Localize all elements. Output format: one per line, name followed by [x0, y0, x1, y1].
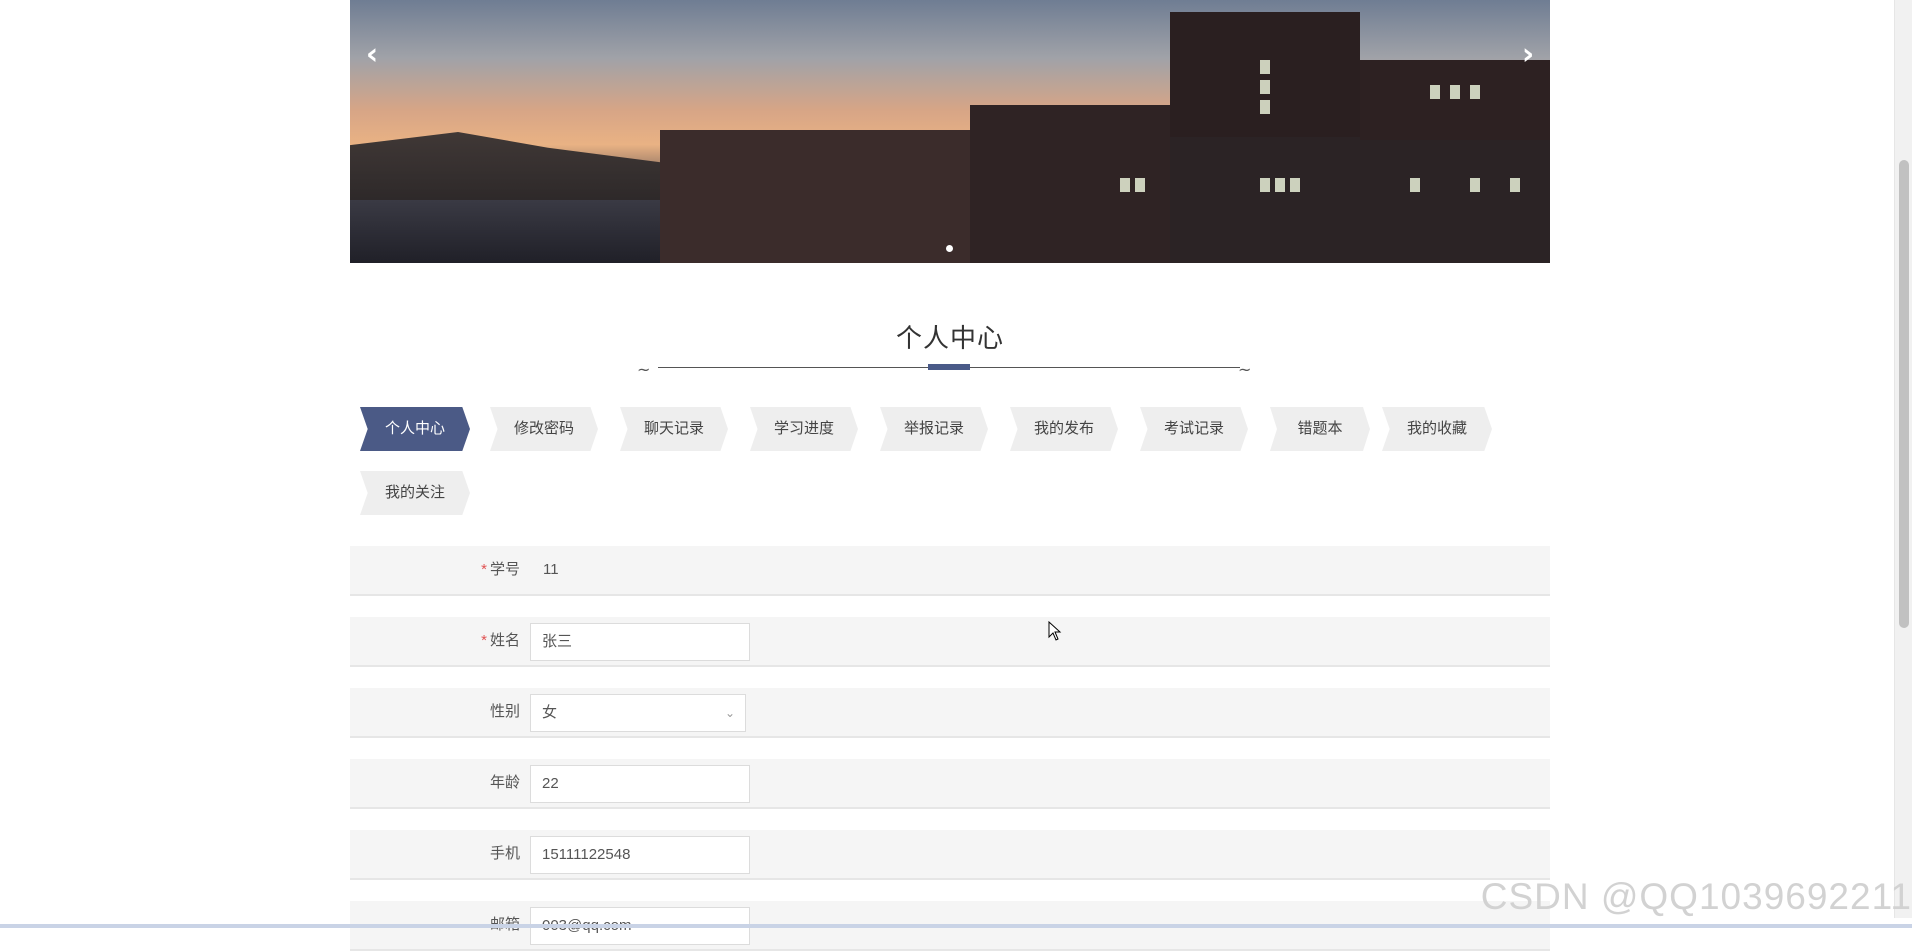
- banner-window: [1260, 100, 1270, 114]
- form-row-phone: 手机 15111122548: [350, 830, 1550, 880]
- age-input[interactable]: 22: [530, 765, 750, 803]
- name-label-text: 姓名: [489, 632, 520, 649]
- page-title: 个人中心: [895, 323, 1004, 353]
- tab-exam-records[interactable]: 考试记录: [1140, 407, 1248, 451]
- chevron-left-icon[interactable]: ‹: [357, 38, 387, 72]
- form-row-age: 年龄 22: [350, 759, 1550, 809]
- student-id-label: * 学号: [481, 546, 520, 594]
- watermark: CSDN @QQ1039692211: [1480, 876, 1912, 917]
- banner-building: [660, 130, 990, 263]
- banner-window: [1120, 178, 1130, 192]
- form-row-gender: 性别 女 ⌄: [350, 688, 1550, 738]
- tab-my-follows[interactable]: 我的关注: [360, 471, 470, 515]
- banner-window: [1430, 85, 1440, 99]
- title-flourish-right: ~: [1238, 360, 1252, 379]
- banner-window: [1470, 85, 1480, 99]
- tab-report-records[interactable]: 举报记录: [880, 407, 988, 451]
- banner-window: [1260, 60, 1270, 74]
- tab-my-posts[interactable]: 我的发布: [1010, 407, 1118, 451]
- student-id-label-text: 学号: [489, 561, 520, 578]
- gender-label: 性别: [489, 703, 520, 720]
- name-input[interactable]: 张三: [530, 623, 750, 661]
- banner-window: [1260, 80, 1270, 94]
- name-label: * 姓名: [481, 617, 520, 665]
- student-id-value: 11: [543, 561, 559, 578]
- tab-personal-center[interactable]: 个人中心: [360, 407, 470, 451]
- banner-window: [1510, 178, 1520, 192]
- mouse-pointer-icon: [1048, 621, 1062, 641]
- age-label: 年龄: [489, 774, 520, 791]
- chevron-down-icon: ⌄: [724, 706, 735, 720]
- title-accent-bar: [928, 364, 970, 370]
- tab-chat-records[interactable]: 聊天记录: [620, 407, 728, 451]
- tab-change-password[interactable]: 修改密码: [490, 407, 598, 451]
- banner-window: [1260, 178, 1270, 192]
- gender-select-value: 女: [542, 704, 558, 721]
- form-row-student-id: * 学号 11: [350, 546, 1550, 596]
- phone-input[interactable]: 15111122548: [530, 836, 750, 874]
- tab-wrong-questions[interactable]: 错题本: [1270, 407, 1370, 451]
- gender-select[interactable]: 女 ⌄: [530, 694, 746, 732]
- banner-window: [1290, 178, 1300, 192]
- title-flourish-left: ~: [637, 360, 651, 379]
- scrollbar-thumb[interactable]: [1899, 160, 1909, 628]
- phone-label: 手机: [489, 845, 520, 862]
- required-mark: *: [481, 561, 487, 578]
- banner-window: [1135, 178, 1145, 192]
- banner-window: [1450, 85, 1460, 99]
- banner-window: [1470, 178, 1480, 192]
- form-row-name: * 姓名 张三: [350, 617, 1550, 667]
- bottom-edge: [0, 924, 1912, 928]
- required-mark: *: [481, 632, 487, 649]
- banner-window: [1410, 178, 1420, 192]
- tab-my-favorites[interactable]: 我的收藏: [1382, 407, 1492, 451]
- banner-building: [1360, 60, 1550, 140]
- banner-carousel: ‹ ›: [350, 0, 1550, 263]
- tab-learning-progress[interactable]: 学习进度: [750, 407, 858, 451]
- banner-building: [1170, 12, 1360, 137]
- banner-window: [1275, 178, 1285, 192]
- banner-building: [1170, 130, 1550, 263]
- carousel-indicator-dot[interactable]: [946, 245, 953, 252]
- chevron-right-icon[interactable]: ›: [1513, 38, 1543, 72]
- page-scrollbar[interactable]: [1894, 0, 1912, 918]
